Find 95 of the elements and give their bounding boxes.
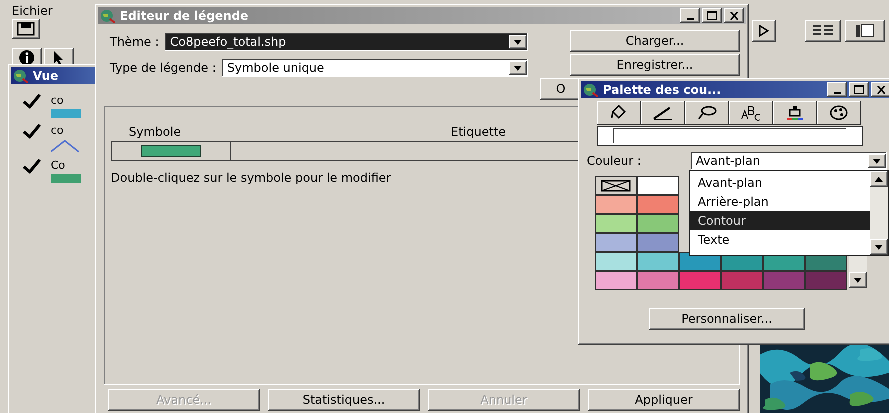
paint-pot-icon bbox=[785, 105, 805, 121]
down-arrow-icon bbox=[854, 278, 862, 282]
check-icon[interactable] bbox=[23, 94, 41, 110]
dropdown-button[interactable] bbox=[868, 154, 886, 168]
view-title: Vue bbox=[33, 68, 59, 82]
grid-icon bbox=[811, 24, 835, 38]
minimize-button[interactable] bbox=[827, 82, 847, 97]
list-icon bbox=[855, 24, 875, 38]
dialog-button[interactable]: Appliquer bbox=[588, 389, 740, 411]
color-dropdown[interactable]: Avant-plan bbox=[691, 152, 887, 170]
color-swatch[interactable] bbox=[679, 271, 721, 290]
list-scrollbar[interactable] bbox=[870, 171, 888, 255]
paint-bucket-icon bbox=[610, 105, 628, 121]
legend-tool-button[interactable] bbox=[845, 20, 885, 42]
tool-tab[interactable] bbox=[597, 101, 641, 125]
dropdown-option[interactable]: Contour bbox=[690, 211, 870, 230]
color-swatch[interactable] bbox=[637, 176, 679, 195]
symbol-cell[interactable] bbox=[111, 141, 231, 161]
up-arrow-icon bbox=[875, 176, 883, 182]
down-arrow-icon bbox=[875, 244, 883, 250]
dropdown-option[interactable]: Texte bbox=[690, 230, 870, 249]
close-icon bbox=[876, 86, 886, 94]
no-color-swatch[interactable] bbox=[595, 176, 637, 195]
down-arrow-icon bbox=[873, 158, 881, 164]
layer-name: co bbox=[51, 124, 65, 137]
legend-editor-title: Editeur de légende bbox=[120, 8, 249, 22]
globe-icon bbox=[13, 68, 29, 82]
menu-item[interactable]: Eichier bbox=[8, 2, 57, 20]
table-tool-button[interactable] bbox=[805, 20, 841, 42]
scroll-down-button[interactable] bbox=[849, 272, 867, 288]
maximize-button[interactable] bbox=[702, 8, 722, 23]
dialog-button[interactable]: Enregistrer... bbox=[570, 54, 740, 76]
color-swatch[interactable] bbox=[637, 214, 679, 233]
symbol-name-field[interactable] bbox=[613, 128, 847, 144]
color-swatch[interactable] bbox=[721, 271, 763, 290]
palette-title: Palette des cou... bbox=[603, 82, 722, 96]
tool-tab[interactable] bbox=[817, 101, 861, 125]
color-swatch[interactable] bbox=[637, 252, 679, 271]
minimize-button[interactable] bbox=[680, 8, 700, 23]
marker-icon bbox=[696, 105, 718, 121]
dropdown-option[interactable]: Arrière-plan bbox=[690, 192, 870, 211]
tool-tab[interactable] bbox=[641, 101, 685, 125]
color-swatch[interactable] bbox=[595, 252, 637, 271]
legend-type-label: Type de légende : bbox=[110, 61, 216, 75]
color-swatch[interactable] bbox=[805, 271, 847, 290]
color-swatch[interactable] bbox=[595, 195, 637, 214]
text-style-icon bbox=[740, 105, 762, 121]
color-swatch[interactable] bbox=[637, 233, 679, 252]
layer-name: co bbox=[51, 94, 65, 107]
dropdown-option[interactable]: Avant-plan bbox=[690, 173, 870, 192]
tool-tab[interactable] bbox=[773, 101, 817, 125]
color-swatch[interactable] bbox=[637, 195, 679, 214]
close-button[interactable] bbox=[871, 82, 889, 97]
color-swatch[interactable] bbox=[595, 271, 637, 290]
column-header: Etiquette bbox=[450, 125, 508, 139]
layer-name: Co bbox=[51, 159, 66, 172]
theme-label: Thème : bbox=[110, 35, 160, 49]
maximize-button[interactable] bbox=[849, 82, 869, 97]
customize-button[interactable]: Personnaliser... bbox=[649, 308, 805, 330]
pointer-icon bbox=[53, 50, 65, 66]
dialog-button[interactable]: Charger... bbox=[570, 30, 740, 52]
play-arrow-icon bbox=[759, 25, 769, 37]
globe-icon bbox=[583, 82, 599, 96]
check-icon[interactable] bbox=[23, 159, 41, 175]
pen-line-icon bbox=[652, 105, 674, 121]
close-button[interactable] bbox=[724, 8, 744, 23]
hint-text: Double-cliquez sur le symbole pour le modifier bbox=[111, 171, 392, 185]
legend-type-dropdown[interactable]: Symbole unique bbox=[222, 59, 528, 77]
down-arrow-icon bbox=[514, 40, 522, 44]
color-swatch[interactable] bbox=[595, 214, 637, 233]
minimize-icon bbox=[834, 92, 840, 94]
dropdown-button[interactable] bbox=[509, 61, 527, 75]
column-header: Symbole bbox=[128, 125, 182, 139]
tool-tab[interactable] bbox=[685, 101, 729, 125]
down-arrow-icon bbox=[514, 66, 522, 70]
dropdown-button[interactable] bbox=[509, 35, 527, 49]
color-swatch[interactable] bbox=[637, 271, 679, 290]
maximize-icon bbox=[707, 11, 717, 20]
color-label: Couleur : bbox=[587, 154, 642, 168]
save-button[interactable] bbox=[12, 19, 40, 39]
scroll-down-button[interactable] bbox=[870, 239, 888, 255]
tool-tab[interactable] bbox=[729, 101, 773, 125]
dialog-button[interactable]: Statistiques... bbox=[268, 389, 420, 411]
minimize-icon bbox=[686, 18, 694, 20]
theme-dropdown[interactable]: Co8peefo_total.shp bbox=[165, 33, 528, 51]
palette-icon bbox=[830, 105, 848, 121]
color-swatch[interactable] bbox=[763, 271, 805, 290]
scroll-up-button[interactable] bbox=[870, 171, 888, 187]
maximize-icon bbox=[854, 85, 864, 94]
crossed-box-icon bbox=[601, 180, 631, 192]
globe-icon bbox=[100, 8, 116, 22]
arrow-tool-button[interactable] bbox=[752, 20, 776, 42]
color-swatch[interactable] bbox=[595, 233, 637, 252]
check-icon[interactable] bbox=[23, 124, 41, 140]
close-icon bbox=[730, 12, 738, 20]
